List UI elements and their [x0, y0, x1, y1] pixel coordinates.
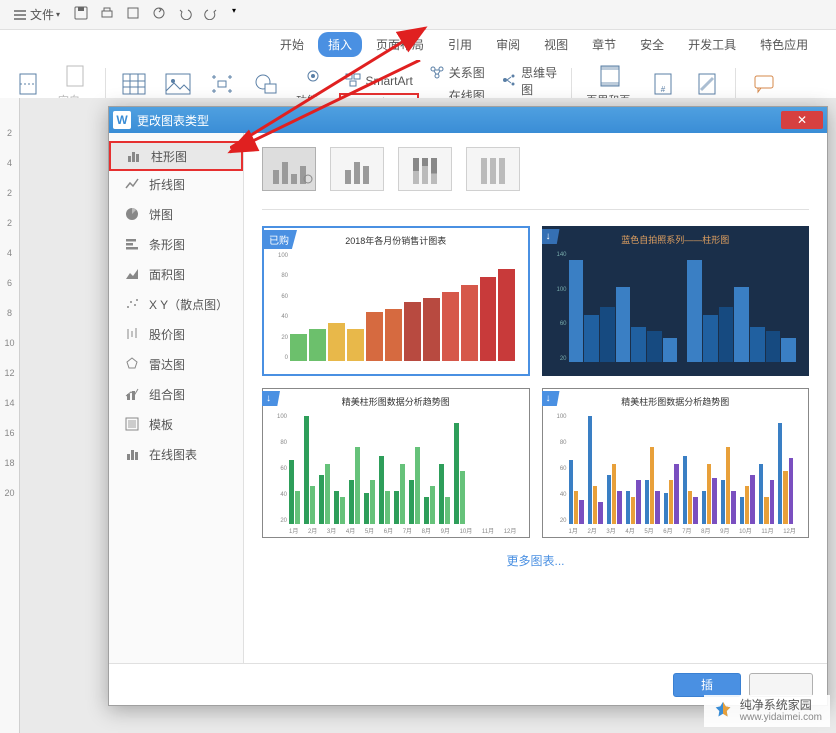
sidebar-item-template[interactable]: 模板 — [109, 409, 243, 439]
tab-安全[interactable]: 安全 — [630, 32, 674, 57]
watermark-icon — [693, 70, 721, 98]
sidebar-item-line[interactable]: 折线图 — [109, 169, 243, 199]
sidebar-item-area[interactable]: 面积图 — [109, 259, 243, 289]
dialog-title: 更改图表类型 — [137, 112, 209, 129]
text-icon — [794, 70, 822, 98]
sidebar-item-scatter[interactable]: X Y（散点图） — [109, 289, 243, 319]
sidebar-item-radar[interactable]: 雷达图 — [109, 349, 243, 379]
cancel-button[interactable] — [749, 673, 813, 697]
tab-章节[interactable]: 章节 — [582, 32, 626, 57]
refresh-icon[interactable] — [152, 6, 166, 23]
subtype-3d[interactable] — [466, 147, 520, 191]
ribbon-tabs: 开始插入页面布局引用审阅视图章节安全开发工具特色应用 — [0, 30, 836, 58]
smartart-button[interactable]: SmartArt — [339, 71, 418, 91]
online-icon — [125, 447, 141, 461]
subtype-clustered[interactable] — [262, 147, 316, 191]
combo-icon — [125, 387, 141, 401]
pie-icon — [125, 207, 141, 221]
change-chart-type-dialog: W 更改图表类型 ✕ 柱形图折线图饼图条形图面积图X Y（散点图）股价图雷达图组… — [108, 106, 828, 706]
gear-icon — [299, 62, 327, 90]
chart-preview-2[interactable]: ↓ 蓝色自拍照系列——柱形图 1401006020 — [542, 226, 810, 376]
hamburger-icon — [14, 10, 26, 20]
svg-text:#: # — [661, 85, 666, 94]
save-icon[interactable] — [74, 6, 88, 23]
sidebar-item-online[interactable]: 在线图表 — [109, 439, 243, 469]
sidebar-item-stock[interactable]: 股价图 — [109, 319, 243, 349]
redo-icon[interactable] — [204, 6, 218, 23]
scatter-icon — [125, 297, 141, 311]
tab-页面布局[interactable]: 页面布局 — [366, 32, 434, 57]
chevron-down-icon: ▾ — [56, 10, 60, 19]
tab-开始[interactable]: 开始 — [270, 32, 314, 57]
subtype-stacked[interactable] — [330, 147, 384, 191]
print-preview-icon[interactable] — [126, 6, 140, 23]
tab-特色应用[interactable]: 特色应用 — [750, 32, 818, 57]
header-footer-icon — [596, 62, 624, 90]
chart-type-sidebar: 柱形图折线图饼图条形图面积图X Y（散点图）股价图雷达图组合图模板在线图表 — [109, 133, 244, 663]
tab-开发工具[interactable]: 开发工具 — [678, 32, 746, 57]
tab-视图[interactable]: 视图 — [534, 32, 578, 57]
more-icon[interactable]: ▾ — [232, 6, 236, 23]
screenshot-icon — [208, 70, 236, 98]
page-number-icon: # — [649, 70, 677, 98]
bar-icon — [127, 149, 143, 163]
sidebar-item-bar[interactable]: 柱形图 — [109, 141, 243, 171]
picture-icon — [164, 70, 192, 98]
file-menu[interactable]: 文件 ▾ — [8, 2, 66, 27]
comment-icon — [750, 70, 778, 98]
sidebar-item-hbar[interactable]: 条形图 — [109, 229, 243, 259]
sidebar-item-combo[interactable]: 组合图 — [109, 379, 243, 409]
area-icon — [125, 267, 141, 281]
more-charts-link[interactable]: 更多图表... — [262, 552, 809, 569]
watermark: 纯净系统家园 www.yidaimei.com — [704, 695, 830, 727]
chart-preview-pane: 已购 2018年各月份销售计图表 100806040200 ↓ 蓝色自拍照系列—… — [244, 133, 827, 663]
smartart-icon — [345, 73, 361, 89]
file-label: 文件 — [30, 6, 54, 23]
app-icon: W — [113, 111, 131, 129]
mindmap-icon — [501, 73, 517, 89]
chart-preview-4[interactable]: ↓ 精美柱形图数据分析趋势图 10080604020 1月2月3月4月5月6月7… — [542, 388, 810, 538]
relation-icon — [429, 65, 445, 81]
watermark-url: www.yidaimei.com — [740, 712, 822, 723]
template-icon — [125, 417, 141, 431]
radar-icon — [125, 357, 141, 371]
subtype-percent[interactable] — [398, 147, 452, 191]
undo-icon[interactable] — [178, 6, 192, 23]
watermark-name: 纯净系统家园 — [740, 699, 822, 712]
page-break-icon — [14, 70, 42, 98]
shape-icon — [252, 70, 280, 98]
table-icon — [120, 70, 148, 98]
purchased-badge: 已购 — [263, 230, 297, 249]
quick-access-toolbar: 文件 ▾ ▾ — [0, 0, 836, 30]
print-icon[interactable] — [100, 6, 114, 23]
line-icon — [125, 177, 141, 191]
blank-page-icon — [61, 62, 89, 90]
close-button[interactable]: ✕ — [781, 111, 823, 129]
tab-审阅[interactable]: 审阅 — [486, 32, 530, 57]
tab-插入[interactable]: 插入 — [318, 32, 362, 57]
dialog-titlebar[interactable]: W 更改图表类型 ✕ — [109, 107, 827, 133]
vertical-ruler: 2422468101214161820 — [0, 98, 20, 733]
ok-button[interactable]: 插 — [673, 673, 741, 697]
mindmap-button[interactable]: 思维导图 — [495, 62, 563, 100]
stock-icon — [125, 327, 141, 341]
hbar-icon — [125, 237, 141, 251]
chart-preview-1[interactable]: 已购 2018年各月份销售计图表 100806040200 — [262, 226, 530, 376]
chart-subtype-row — [262, 147, 809, 191]
sidebar-item-pie[interactable]: 饼图 — [109, 199, 243, 229]
relation-chart-button[interactable]: 关系图 — [423, 62, 491, 83]
tab-引用[interactable]: 引用 — [438, 32, 482, 57]
watermark-logo-icon — [712, 700, 734, 722]
chart-preview-3[interactable]: ↓ 精美柱形图数据分析趋势图 10080604020 1月2月3月4月5月6月7… — [262, 388, 530, 538]
